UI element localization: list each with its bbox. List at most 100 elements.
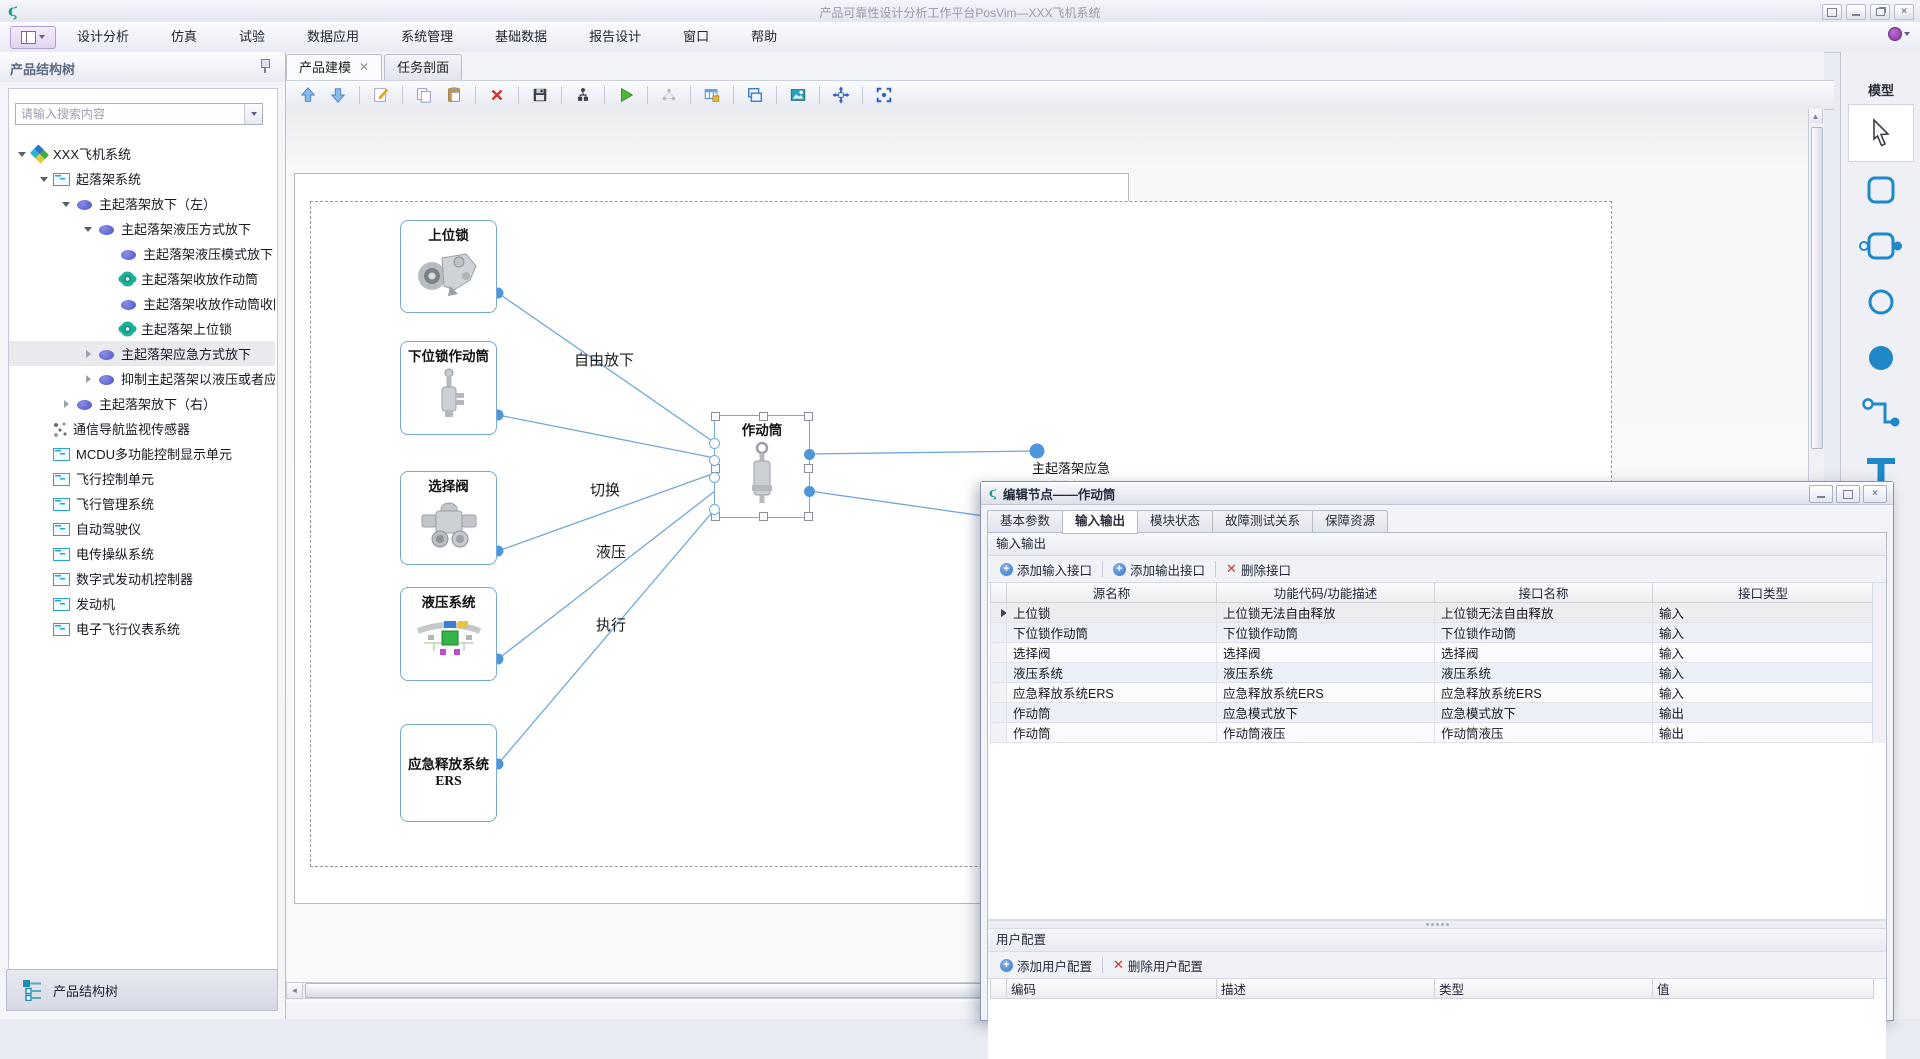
- dialog-minimize-button[interactable]: [1809, 485, 1833, 503]
- dialog-close-button[interactable]: ×: [1863, 485, 1887, 503]
- node-emergency-release-system[interactable]: 应急释放系统 ERS: [400, 724, 497, 822]
- node-hydraulic-system[interactable]: 液压系统: [400, 587, 497, 681]
- structure-tree-footer-button[interactable]: 产品结构树: [6, 969, 278, 1011]
- tree-item[interactable]: 通信导航监视传感器: [9, 416, 275, 441]
- io-row-selected[interactable]: 上位锁上位锁无法自由释放 上位锁无法自由释放输入: [991, 603, 1874, 623]
- center-view-button[interactable]: [829, 83, 853, 107]
- menu-basic-data[interactable]: 基础数据: [474, 22, 568, 52]
- tree-item[interactable]: 主起落架放下（左）: [9, 191, 275, 216]
- copy-button[interactable]: [412, 83, 436, 107]
- output-port[interactable]: [804, 449, 815, 460]
- window-style-button[interactable]: [1822, 4, 1842, 20]
- tab-mission-profile[interactable]: 任务剖面: [384, 54, 462, 80]
- tree-item[interactable]: 自动驾驶仪: [9, 516, 275, 541]
- io-table-vscrollbar[interactable]: [1872, 583, 1886, 743]
- minimize-button[interactable]: [1846, 4, 1866, 20]
- tab-fault-test-relation[interactable]: 故障测试关系: [1212, 510, 1313, 533]
- scroll-up-icon[interactable]: ▲: [1809, 109, 1823, 123]
- delete-button[interactable]: [485, 83, 509, 107]
- user-menu[interactable]: [1888, 27, 1910, 41]
- resize-handle[interactable]: [804, 412, 813, 421]
- tree-item-selected[interactable]: 主起落架应急方式放下: [9, 341, 275, 366]
- add-user-config-button[interactable]: + 添加用户配置: [996, 954, 1096, 977]
- tab-product-modeling[interactable]: 产品建模 ✕: [286, 54, 382, 80]
- add-input-port-button[interactable]: + 添加输入接口: [996, 558, 1096, 581]
- resize-handle[interactable]: [804, 464, 813, 473]
- resize-handle[interactable]: [711, 412, 720, 421]
- menu-data-application[interactable]: 数据应用: [286, 22, 380, 52]
- tool-cursor[interactable]: [1848, 104, 1914, 162]
- input-port[interactable]: [709, 472, 720, 483]
- menu-window[interactable]: 窗口: [662, 22, 730, 52]
- hierarchy-button[interactable]: [571, 83, 595, 107]
- run-button[interactable]: [614, 83, 638, 107]
- node-actuator-selected[interactable]: 作动筒: [714, 415, 810, 518]
- tree-item[interactable]: 主起落架液压模式放下（左）: [9, 241, 275, 266]
- tree-item[interactable]: XXX飞机系统: [9, 141, 275, 166]
- move-down-button[interactable]: [326, 83, 350, 107]
- tab-module-state[interactable]: 模块状态: [1137, 510, 1213, 533]
- pin-icon[interactable]: [259, 59, 271, 73]
- scroll-thumb[interactable]: [1811, 127, 1823, 449]
- menu-test[interactable]: 试验: [218, 22, 286, 52]
- output-port[interactable]: [804, 486, 815, 497]
- layout-menu-button[interactable]: [10, 26, 56, 49]
- tree-item[interactable]: 主起落架液压方式放下: [9, 216, 275, 241]
- tree-item[interactable]: 电子飞行仪表系统: [9, 616, 275, 641]
- tab-input-output[interactable]: 输入输出: [1062, 510, 1138, 534]
- search-input[interactable]: [16, 104, 244, 124]
- tool-rounded-rect[interactable]: [1849, 162, 1913, 218]
- tree-item[interactable]: 主起落架放下（右）: [9, 391, 275, 416]
- dialog-title-bar[interactable]: ϛ 编辑节点——作动筒: [981, 482, 1893, 505]
- io-row[interactable]: 作动筒应急模式放下 应急模式放下输出: [991, 703, 1874, 723]
- add-output-port-button[interactable]: + 添加输出接口: [1109, 558, 1209, 581]
- analysis-disabled-button[interactable]: [657, 83, 681, 107]
- io-row[interactable]: 下位锁作动筒下位锁作动筒 下位锁作动筒输入: [991, 623, 1874, 643]
- tree-item[interactable]: 主起落架收放作动筒: [9, 266, 275, 291]
- close-tab-icon[interactable]: ✕: [359, 55, 369, 80]
- input-port[interactable]: [709, 438, 720, 449]
- dialog-maximize-button[interactable]: [1836, 485, 1860, 503]
- tool-circle-filled[interactable]: [1849, 330, 1913, 386]
- node-select-valve[interactable]: 选择阀: [400, 471, 497, 565]
- tree-item[interactable]: 主起落架收放作动筒收回与...: [9, 291, 275, 316]
- resize-handle[interactable]: [759, 512, 768, 521]
- node-upper-lock[interactable]: 上位锁: [400, 220, 497, 313]
- tree-item[interactable]: MCDU多功能控制显示单元: [9, 441, 275, 466]
- move-up-button[interactable]: [296, 83, 320, 107]
- node-lower-lock-cylinder[interactable]: 下位锁作动筒: [400, 341, 497, 435]
- tree-item[interactable]: 抑制主起落架以液压或者应急模...: [9, 366, 275, 391]
- section-splitter[interactable]: [988, 920, 1886, 929]
- menu-system-management[interactable]: 系统管理: [380, 22, 474, 52]
- restore-button[interactable]: [1870, 4, 1890, 20]
- cascade-windows-button[interactable]: [743, 83, 767, 107]
- input-port[interactable]: [709, 455, 720, 466]
- io-row[interactable]: 作动筒作动筒液压 作动筒液压输出: [991, 723, 1874, 743]
- scroll-left-icon[interactable]: ◄: [287, 983, 303, 998]
- save-button[interactable]: [528, 83, 552, 107]
- report-table-button[interactable]: [700, 83, 724, 107]
- tool-circle-outline[interactable]: [1849, 274, 1913, 330]
- resize-handle[interactable]: [804, 512, 813, 521]
- input-port[interactable]: [709, 504, 720, 515]
- search-dropdown-button[interactable]: [244, 104, 262, 124]
- menu-simulation[interactable]: 仿真: [150, 22, 218, 52]
- tool-connector[interactable]: [1849, 386, 1913, 442]
- image-preview-button[interactable]: [786, 83, 810, 107]
- paste-button[interactable]: [442, 83, 466, 107]
- io-row[interactable]: 液压系统液压系统 液压系统输入: [991, 663, 1874, 683]
- menu-design-analysis[interactable]: 设计分析: [56, 22, 150, 52]
- resize-handle[interactable]: [759, 412, 768, 421]
- close-button[interactable]: ×: [1894, 4, 1914, 20]
- menu-help[interactable]: 帮助: [730, 22, 798, 52]
- io-row[interactable]: 选择阀选择阀 选择阀输入: [991, 643, 1874, 663]
- tab-support-resource[interactable]: 保障资源: [1312, 510, 1388, 533]
- menu-report-design[interactable]: 报告设计: [568, 22, 662, 52]
- delete-user-config-button[interactable]: ✕ 删除用户配置: [1109, 954, 1207, 977]
- io-row[interactable]: 应急释放系统ERS应急释放系统ERS 应急释放系统ERS输入: [991, 683, 1874, 703]
- tool-node-with-ports[interactable]: [1849, 218, 1913, 274]
- tree-item[interactable]: 数字式发动机控制器: [9, 566, 275, 591]
- search-combobox[interactable]: [15, 103, 263, 125]
- tree-item[interactable]: 飞行控制单元: [9, 466, 275, 491]
- tab-basic-params[interactable]: 基本参数: [987, 510, 1063, 533]
